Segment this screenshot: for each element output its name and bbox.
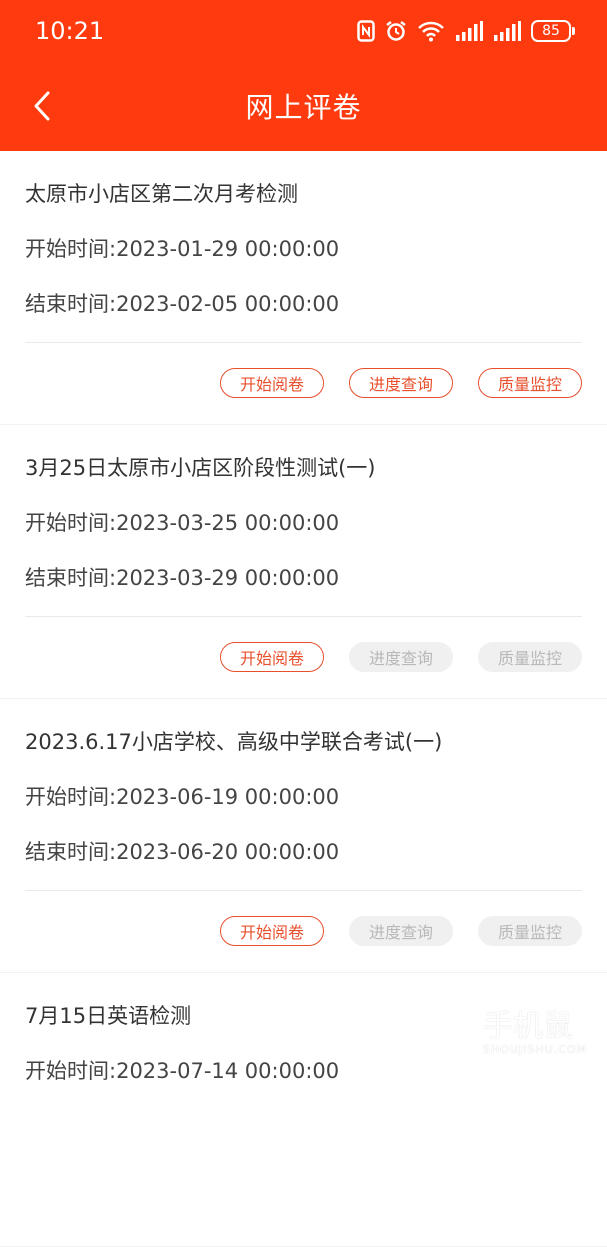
exam-card: 2023.6.17小店学校、高级中学联合考试(一) 开始时间:2023-06-1… [0,699,607,972]
exam-card: 3月25日太原市小店区阶段性测试(一) 开始时间:2023-03-25 00:0… [0,425,607,698]
exam-title: 3月25日太原市小店区阶段性测试(一) [25,456,376,480]
quality-monitor-button[interactable]: 质量监控 [478,642,582,672]
start-time-label: 开始时间: [25,511,117,535]
card-actions: 开始阅卷 进度查询 质量监控 [220,368,582,398]
exam-card: 太原市小店区第二次月考检测 开始时间:2023-01-29 00:00:00 结… [0,151,607,424]
end-time-label: 结束时间: [25,840,117,864]
watermark: 手机鼠 SHOUJISHU.COM [417,1005,587,1061]
quality-monitor-button[interactable]: 质量监控 [478,368,582,398]
watermark-text: 手机鼠 [482,1008,573,1044]
exam-list: 太原市小店区第二次月考检测 开始时间:2023-01-29 00:00:00 结… [0,151,607,1247]
card-actions: 开始阅卷 进度查询 质量监控 [220,642,582,672]
end-time-value: 2023-06-20 00:00:00 [116,840,340,864]
card-actions: 开始阅卷 进度查询 质量监控 [220,916,582,946]
divider [25,616,582,617]
start-time-row: 开始时间:2023-01-29 00:00:00 [25,233,339,263]
progress-query-button[interactable]: 进度查询 [349,916,453,946]
start-grading-button[interactable]: 开始阅卷 [220,916,324,946]
status-bar: 10:21 85 [0,0,607,62]
end-time-value: 2023-02-05 00:00:00 [116,292,340,316]
page-title: 网上评卷 [245,91,362,124]
start-time-label: 开始时间: [25,785,117,809]
divider [25,890,582,891]
wifi-icon [418,21,444,42]
signal-icon-1 [456,21,483,41]
quality-monitor-button[interactable]: 质量监控 [478,916,582,946]
end-time-row: 结束时间:2023-02-05 00:00:00 [25,288,339,318]
nav-bar: 网上评卷 [0,62,607,151]
start-time-label: 开始时间: [25,1059,117,1083]
start-grading-button[interactable]: 开始阅卷 [220,368,324,398]
end-time-label: 结束时间: [25,566,117,590]
end-time-row: 结束时间:2023-03-29 00:00:00 [25,562,339,592]
battery-indicator: 85 [531,20,575,42]
status-icons: 85 [357,17,575,45]
start-time-value: 2023-01-29 00:00:00 [116,237,340,261]
progress-query-button[interactable]: 进度查询 [349,368,453,398]
start-grading-button[interactable]: 开始阅卷 [220,642,324,672]
start-time-row: 开始时间:2023-07-14 00:00:00 [25,1055,339,1085]
alarm-icon [386,21,406,41]
start-time-row: 开始时间:2023-03-25 00:00:00 [25,507,339,537]
end-time-label: 结束时间: [25,292,117,316]
exam-title: 7月15日英语检测 [25,1004,192,1028]
start-time-value: 2023-03-25 00:00:00 [116,511,340,535]
end-time-value: 2023-03-29 00:00:00 [116,566,340,590]
progress-query-button[interactable]: 进度查询 [349,642,453,672]
watermark-text-group: 手机鼠 SHOUJISHU.COM [482,1008,587,1056]
app-header: 10:21 85 网上评卷 [0,0,607,151]
status-time: 10:21 [35,17,105,45]
watermark-sub: SHOUJISHU.COM [482,1042,587,1056]
cloud-logo-icon [418,1006,472,1060]
end-time-row: 结束时间:2023-06-20 00:00:00 [25,836,339,866]
start-time-value: 2023-07-14 00:00:00 [116,1059,340,1083]
nfc-icon [357,20,375,42]
exam-title: 太原市小店区第二次月考检测 [25,182,298,206]
start-time-label: 开始时间: [25,237,117,261]
start-time-row: 开始时间:2023-06-19 00:00:00 [25,781,339,811]
exam-title: 2023.6.17小店学校、高级中学联合考试(一) [25,730,443,754]
signal-icon-2 [494,21,521,41]
divider [25,342,582,343]
start-time-value: 2023-06-19 00:00:00 [116,785,340,809]
